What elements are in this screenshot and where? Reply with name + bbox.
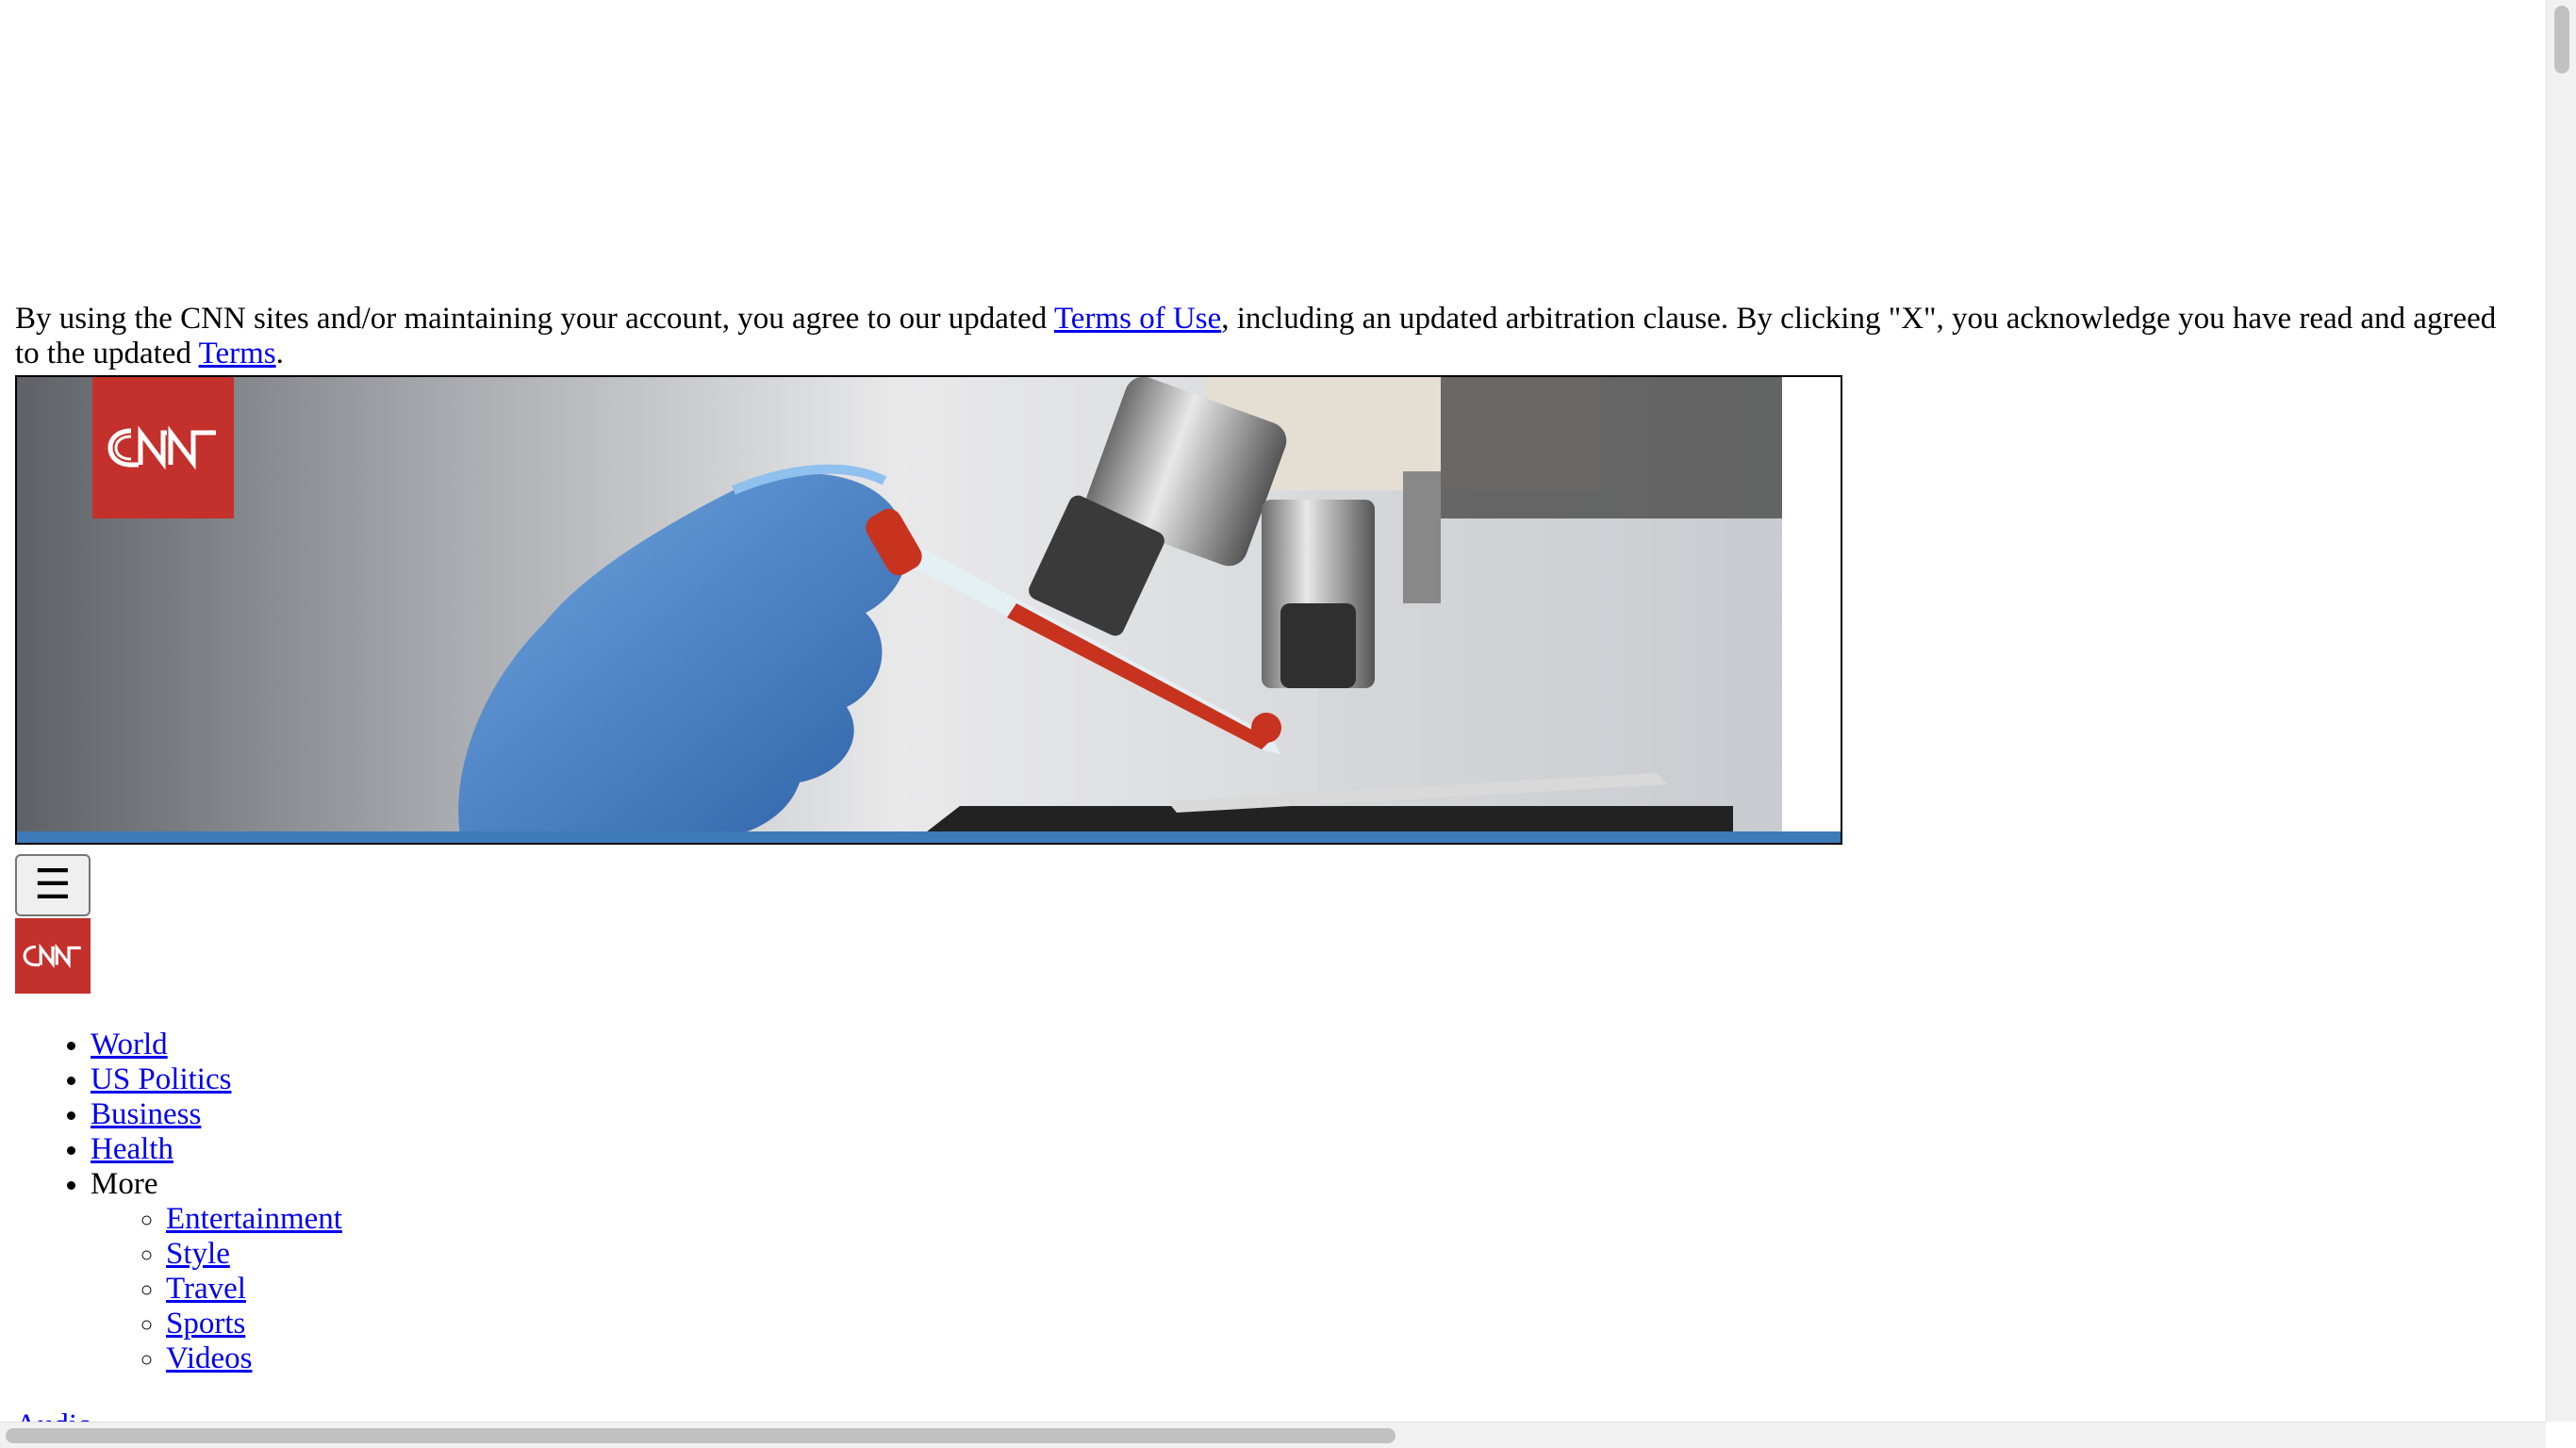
- nav-link-travel[interactable]: Travel: [166, 1272, 246, 1306]
- menu-button[interactable]: ☰: [15, 854, 91, 916]
- nav-item-health: Health: [91, 1132, 342, 1167]
- nav-item-business: Business: [91, 1097, 342, 1132]
- submenu-item-travel: Travel: [166, 1272, 342, 1307]
- nav-link-videos[interactable]: Videos: [166, 1341, 253, 1375]
- notice-text-before: By using the CNN sites and/or maintainin…: [15, 302, 1054, 336]
- nav-link-world[interactable]: World: [91, 1028, 168, 1061]
- nav-link-entertainment[interactable]: Entertainment: [166, 1202, 342, 1236]
- lab-microscope-photo: [17, 377, 1782, 835]
- nav-link-health[interactable]: Health: [91, 1132, 173, 1166]
- terms-of-use-link[interactable]: Terms of Use: [1054, 302, 1221, 336]
- submenu-item-entertainment: Entertainment: [166, 1202, 342, 1237]
- submenu-item-style: Style: [166, 1237, 342, 1272]
- cnn-logo[interactable]: [92, 377, 234, 518]
- nav-link-us-politics[interactable]: US Politics: [91, 1062, 231, 1096]
- terms-notice: By using the CNN sites and/or maintainin…: [15, 302, 2523, 371]
- vertical-scrollbar[interactable]: [2546, 0, 2576, 1422]
- main-nav: World US Politics Business Health More E…: [15, 1028, 342, 1376]
- hamburger-icon: ☰: [34, 861, 72, 909]
- nav-item-us-politics: US Politics: [91, 1062, 342, 1097]
- nav-link-business[interactable]: Business: [91, 1097, 201, 1131]
- nav-link-sports[interactable]: Sports: [166, 1307, 245, 1341]
- nav-item-world: World: [91, 1028, 342, 1062]
- banner-accent-bar: [17, 831, 1841, 843]
- vertical-scrollbar-thumb[interactable]: [2554, 6, 2569, 74]
- ad-space: [0, 0, 2546, 283]
- more-submenu: Entertainment Style Travel Sports Videos: [91, 1202, 342, 1376]
- nav-link-style[interactable]: Style: [166, 1237, 230, 1271]
- notice-text-after: .: [275, 337, 284, 370]
- promo-banner[interactable]: [15, 375, 1842, 845]
- nav-item-more: More Entertainment Style Travel Sports V…: [91, 1167, 342, 1376]
- nav-more-label: More: [91, 1167, 158, 1201]
- submenu-item-videos: Videos: [166, 1341, 342, 1376]
- horizontal-scrollbar[interactable]: [0, 1422, 2546, 1448]
- cnn-home-logo[interactable]: [15, 918, 91, 994]
- terms-link[interactable]: Terms: [199, 337, 276, 370]
- submenu-item-sports: Sports: [166, 1307, 342, 1341]
- horizontal-scrollbar-thumb[interactable]: [6, 1428, 1395, 1443]
- cnn-logo-mark: [23, 943, 81, 969]
- cnn-logo-mark: [107, 425, 216, 470]
